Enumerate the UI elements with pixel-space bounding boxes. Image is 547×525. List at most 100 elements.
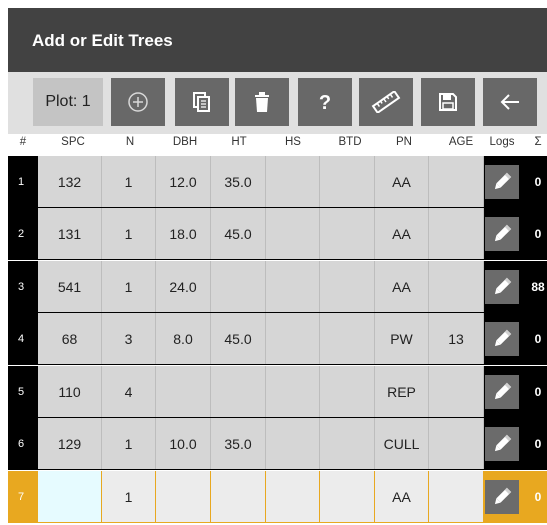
cell-btd[interactable] bbox=[320, 313, 375, 364]
back-button[interactable] bbox=[483, 78, 537, 126]
row-number: 4 bbox=[18, 333, 25, 345]
cell-age[interactable] bbox=[429, 418, 484, 469]
cell-dbh[interactable] bbox=[156, 366, 211, 417]
cell-spc[interactable] bbox=[38, 471, 102, 522]
col-header-dbh: DBH bbox=[172, 136, 198, 148]
cell-btd[interactable] bbox=[320, 366, 375, 417]
edit-logs-button[interactable] bbox=[485, 375, 519, 409]
cell-pn[interactable]: CULL bbox=[375, 418, 429, 469]
delete-tree-button[interactable] bbox=[235, 78, 289, 126]
cell-btd[interactable] bbox=[320, 156, 375, 207]
cell-age[interactable] bbox=[429, 156, 484, 207]
save-button[interactable] bbox=[421, 78, 475, 126]
cell-btd[interactable] bbox=[320, 261, 375, 312]
cell-dbh[interactable]: 12.0 bbox=[156, 156, 211, 207]
toolbar: Plot: 1 ? bbox=[8, 72, 547, 134]
copy-tree-button[interactable] bbox=[175, 78, 229, 126]
cell-dbh[interactable]: 10.0 bbox=[156, 418, 211, 469]
table-row[interactable]: 7 1 AA 0 bbox=[8, 471, 547, 523]
add-tree-button[interactable] bbox=[111, 78, 165, 126]
pencil-icon bbox=[494, 172, 512, 190]
cell-age[interactable] bbox=[429, 471, 484, 522]
cell-dbh[interactable] bbox=[156, 471, 211, 522]
table-row[interactable]: 5 110 4 REP 0 bbox=[8, 366, 547, 418]
cell-age[interactable] bbox=[429, 208, 484, 259]
cell-ht[interactable] bbox=[211, 261, 266, 312]
cell-n[interactable]: 1 bbox=[102, 418, 156, 469]
pencil-icon bbox=[494, 382, 512, 400]
cell-n[interactable]: 1 bbox=[102, 261, 156, 312]
col-header-logs: Logs bbox=[489, 136, 515, 148]
cell-ht[interactable]: 35.0 bbox=[211, 418, 266, 469]
cell-ht[interactable]: 45.0 bbox=[211, 208, 266, 259]
cell-ht[interactable]: 35.0 bbox=[211, 156, 266, 207]
cell-n[interactable]: 3 bbox=[102, 313, 156, 364]
col-header-sigma: Σ bbox=[534, 136, 542, 148]
cell-age[interactable] bbox=[429, 366, 484, 417]
col-header-age: AGE bbox=[448, 136, 474, 148]
edit-logs-button[interactable] bbox=[485, 480, 519, 514]
edit-logs-button[interactable] bbox=[485, 217, 519, 251]
table-header: # SPC N DBH HT HS BTD PN AGE Logs Σ bbox=[8, 134, 547, 152]
edit-logs-button[interactable] bbox=[485, 270, 519, 304]
cell-hs[interactable] bbox=[266, 471, 320, 522]
edit-logs-button[interactable] bbox=[485, 427, 519, 461]
save-disk-icon bbox=[439, 93, 457, 111]
cell-pn[interactable]: AA bbox=[375, 261, 429, 312]
cell-pn[interactable]: REP bbox=[375, 366, 429, 417]
cell-ht[interactable]: 45.0 bbox=[211, 313, 266, 364]
cell-n[interactable]: 1 bbox=[102, 208, 156, 259]
row-sigma-value: 0 bbox=[534, 490, 542, 504]
cell-spc[interactable]: 129 bbox=[38, 418, 102, 469]
cell-hs[interactable] bbox=[266, 208, 320, 259]
cell-pn[interactable]: AA bbox=[375, 208, 429, 259]
cell-pn[interactable]: AA bbox=[375, 156, 429, 207]
edit-logs-button[interactable] bbox=[485, 322, 519, 356]
cell-pn[interactable]: PW bbox=[375, 313, 429, 364]
cell-btd[interactable] bbox=[320, 418, 375, 469]
table-row[interactable]: 3 541 1 24.0 AA 88 bbox=[8, 261, 547, 313]
copy-icon bbox=[193, 92, 210, 112]
cell-hs[interactable] bbox=[266, 313, 320, 364]
cell-dbh[interactable]: 24.0 bbox=[156, 261, 211, 312]
table-row[interactable]: 6 129 1 10.0 35.0 CULL 0 bbox=[8, 418, 547, 470]
table-row[interactable]: 1 132 1 12.0 35.0 AA 0 bbox=[8, 156, 547, 208]
cell-spc[interactable]: 68 bbox=[38, 313, 102, 364]
cell-age[interactable] bbox=[429, 261, 484, 312]
cell-hs[interactable] bbox=[266, 418, 320, 469]
row-number: 2 bbox=[18, 228, 25, 240]
pencil-icon bbox=[494, 277, 512, 295]
trash-icon bbox=[255, 92, 269, 112]
cell-spc[interactable]: 132 bbox=[38, 156, 102, 207]
cell-spc[interactable]: 110 bbox=[38, 366, 102, 417]
table-row[interactable]: 4 68 3 8.0 45.0 PW 13 0 bbox=[8, 313, 547, 365]
cell-ht[interactable] bbox=[211, 471, 266, 522]
cell-dbh[interactable]: 8.0 bbox=[156, 313, 211, 364]
cell-hs[interactable] bbox=[266, 156, 320, 207]
edit-logs-button[interactable] bbox=[485, 165, 519, 199]
cell-hs[interactable] bbox=[266, 261, 320, 312]
cell-pn[interactable]: AA bbox=[375, 471, 429, 522]
svg-text:?: ? bbox=[319, 92, 331, 113]
cell-n[interactable]: 1 bbox=[102, 471, 156, 522]
cell-n[interactable]: 1 bbox=[102, 156, 156, 207]
col-header-ht: HT bbox=[231, 136, 247, 148]
cell-dbh[interactable]: 18.0 bbox=[156, 208, 211, 259]
col-header-number: # bbox=[19, 136, 27, 148]
cell-ht[interactable] bbox=[211, 366, 266, 417]
cell-spc[interactable]: 541 bbox=[38, 261, 102, 312]
cell-spc[interactable]: 131 bbox=[38, 208, 102, 259]
measure-button[interactable] bbox=[359, 78, 413, 126]
cell-btd[interactable] bbox=[320, 471, 375, 522]
pencil-icon bbox=[494, 329, 512, 347]
cell-btd[interactable] bbox=[320, 208, 375, 259]
cell-hs[interactable] bbox=[266, 366, 320, 417]
cell-age[interactable]: 13 bbox=[429, 313, 484, 364]
row-sigma-value: 0 bbox=[534, 227, 542, 241]
help-button[interactable]: ? bbox=[298, 78, 352, 126]
table-row[interactable]: 2 131 1 18.0 45.0 AA 0 bbox=[8, 208, 547, 260]
plot-selector[interactable]: Plot: 1 bbox=[33, 78, 103, 126]
status-strip bbox=[0, 0, 547, 8]
row-sigma-value: 0 bbox=[534, 175, 542, 189]
cell-n[interactable]: 4 bbox=[102, 366, 156, 417]
